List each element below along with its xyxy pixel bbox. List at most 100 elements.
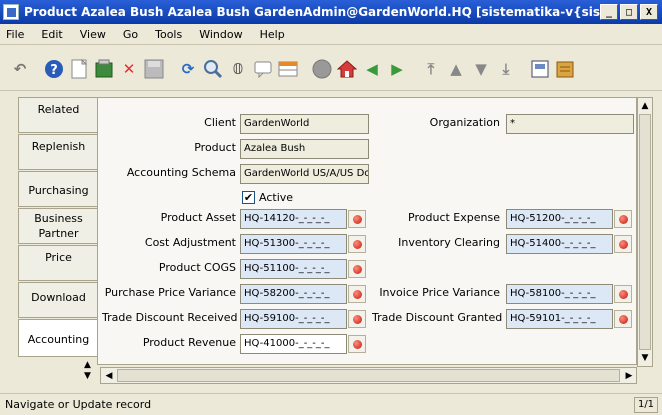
menu-tools[interactable]: Tools xyxy=(155,28,182,41)
trade-discount-received-lookup-icon[interactable] xyxy=(348,310,366,328)
tab-purchasing[interactable]: Purchasing xyxy=(18,171,98,207)
record-counter: 1/1 xyxy=(634,397,658,413)
scroll-up-icon[interactable]: ▲ xyxy=(638,99,652,113)
tab-replenish[interactable]: Replenish xyxy=(18,134,98,170)
active-label: Active xyxy=(259,191,294,204)
product-revenue-field[interactable]: HQ-41000-_-_-_-_ xyxy=(240,334,347,354)
find-icon[interactable] xyxy=(203,59,223,79)
tab-scroll-up-icon[interactable]: ▲ xyxy=(84,360,91,371)
title-bar: Product Azalea Bush Azalea Bush GardenAd… xyxy=(0,0,662,24)
product-cogs-field[interactable]: HQ-51100-_-_-_-_ xyxy=(240,259,347,279)
product-cogs-lookup-icon[interactable] xyxy=(348,260,366,278)
trade-discount-received-label: Trade Discount Received xyxy=(102,311,238,324)
tab-business-partner[interactable]: Business Partner xyxy=(18,208,98,244)
tab-scroll-down-icon[interactable]: ▼ xyxy=(84,371,91,382)
product-asset-field[interactable]: HQ-14120-_-_-_-_ xyxy=(240,209,347,229)
trade-discount-granted-label: Trade Discount Granted xyxy=(372,311,503,324)
print-icon[interactable] xyxy=(555,59,575,79)
minimize-button[interactable]: _ xyxy=(600,4,618,20)
menu-file[interactable]: File xyxy=(6,28,24,41)
detail-icon[interactable]: ▶ xyxy=(387,59,407,79)
organization-label: Organization xyxy=(429,116,500,129)
vertical-scroll-thumb[interactable] xyxy=(639,114,651,350)
help-icon[interactable]: ? xyxy=(44,59,64,79)
menu-go[interactable]: Go xyxy=(123,28,138,41)
undo-icon[interactable]: ↶ xyxy=(10,59,30,79)
window-controls: _ □ X xyxy=(600,4,658,20)
trade-discount-granted-field[interactable]: HQ-59101-_-_-_-_ xyxy=(506,309,613,329)
tab-download[interactable]: Download xyxy=(18,282,98,318)
invoice-price-variance-lookup-icon[interactable] xyxy=(614,285,632,303)
invoice-price-variance-label: Invoice Price Variance xyxy=(379,286,500,299)
status-bar: Navigate or Update record 1/1 xyxy=(0,393,662,415)
horizontal-scrollbar[interactable]: ◀ ▶ xyxy=(100,367,637,384)
accounting-schema-field[interactable]: GardenWorld US/A/US Do xyxy=(240,164,369,184)
maximize-button[interactable]: □ xyxy=(620,4,638,20)
trade-discount-granted-lookup-icon[interactable] xyxy=(614,310,632,328)
app-icon xyxy=(3,4,19,20)
menu-help[interactable]: Help xyxy=(260,28,285,41)
copy-record-icon[interactable] xyxy=(94,59,114,79)
horizontal-scroll-thumb[interactable] xyxy=(117,369,620,382)
last-record-icon[interactable]: ⤓ xyxy=(496,59,516,79)
product-asset-label: Product Asset xyxy=(160,211,236,224)
accounting-schema-label: Accounting Schema xyxy=(126,166,236,179)
inventory-clearing-field[interactable]: HQ-51400-_-_-_-_ xyxy=(506,234,613,254)
cost-adjustment-label: Cost Adjustment xyxy=(144,236,236,249)
menu-window[interactable]: Window xyxy=(199,28,242,41)
trade-discount-received-field[interactable]: HQ-59100-_-_-_-_ xyxy=(240,309,347,329)
parent-icon[interactable]: ◀ xyxy=(362,59,382,79)
first-record-icon[interactable]: ⤒ xyxy=(421,59,441,79)
chat-icon[interactable] xyxy=(253,59,273,79)
save-icon[interactable] xyxy=(144,59,164,79)
organization-field[interactable]: * xyxy=(506,114,634,134)
menu-view[interactable]: View xyxy=(80,28,106,41)
client-label: Client xyxy=(204,116,236,129)
new-record-icon[interactable] xyxy=(69,58,89,79)
delete-icon[interactable]: ✕ xyxy=(119,59,139,79)
product-revenue-lookup-icon[interactable] xyxy=(348,335,366,353)
next-record-icon[interactable]: ▼ xyxy=(471,59,491,79)
vertical-scrollbar[interactable]: ▲ ▼ xyxy=(637,97,653,367)
product-revenue-label: Product Revenue xyxy=(142,336,236,349)
purchase-price-variance-lookup-icon[interactable] xyxy=(348,285,366,303)
scroll-down-icon[interactable]: ▼ xyxy=(638,351,652,365)
previous-record-icon[interactable]: ▲ xyxy=(446,59,466,79)
product-asset-lookup-icon[interactable] xyxy=(348,210,366,228)
active-checkbox[interactable]: ✔ xyxy=(242,191,255,204)
svg-text:?: ? xyxy=(50,63,58,78)
scroll-right-icon[interactable]: ▶ xyxy=(622,369,636,383)
client-field[interactable]: GardenWorld xyxy=(240,114,369,134)
tab-price[interactable]: Price xyxy=(18,245,98,281)
attachment-icon[interactable]: 𝟘 xyxy=(228,59,248,79)
invoice-price-variance-field[interactable]: HQ-58100-_-_-_-_ xyxy=(506,284,613,304)
home-icon[interactable] xyxy=(337,59,357,79)
cost-adjustment-lookup-icon[interactable] xyxy=(348,235,366,253)
product-expense-field[interactable]: HQ-51200-_-_-_-_ xyxy=(506,209,613,229)
product-label: Product xyxy=(194,141,236,154)
menu-bar: File Edit View Go Tools Window Help xyxy=(0,25,662,45)
product-cogs-label: Product COGS xyxy=(158,261,236,274)
product-field[interactable]: Azalea Bush xyxy=(240,139,369,159)
scroll-left-icon[interactable]: ◀ xyxy=(102,369,116,383)
tab-related[interactable]: Related xyxy=(18,97,98,133)
product-expense-label: Product Expense xyxy=(408,211,500,224)
toolbar: ↶ ? ✕ ⟳ 𝟘 ◀ ▶ ⤒ ▲ ▼ ⤓ xyxy=(0,47,662,91)
close-button[interactable]: X xyxy=(640,4,658,20)
tab-scroll: ▲ ▼ xyxy=(84,360,91,382)
history-icon[interactable] xyxy=(312,59,332,79)
tab-list: Related Replenish Purchasing Business Pa… xyxy=(18,97,98,358)
menu-edit[interactable]: Edit xyxy=(41,28,62,41)
purchase-price-variance-field[interactable]: HQ-58200-_-_-_-_ xyxy=(240,284,347,304)
inventory-clearing-lookup-icon[interactable] xyxy=(614,235,632,253)
tab-accounting[interactable]: Accounting xyxy=(18,319,98,357)
window-title: Product Azalea Bush Azalea Bush GardenAd… xyxy=(24,5,609,19)
status-message: Navigate or Update record xyxy=(5,398,152,411)
refresh-icon[interactable]: ⟳ xyxy=(178,59,198,79)
cost-adjustment-field[interactable]: HQ-51300-_-_-_-_ xyxy=(240,234,347,254)
grid-toggle-icon[interactable] xyxy=(278,59,298,79)
inventory-clearing-label: Inventory Clearing xyxy=(398,236,500,249)
report-icon[interactable] xyxy=(530,59,550,79)
purchase-price-variance-label: Purchase Price Variance xyxy=(104,286,236,299)
product-expense-lookup-icon[interactable] xyxy=(614,210,632,228)
